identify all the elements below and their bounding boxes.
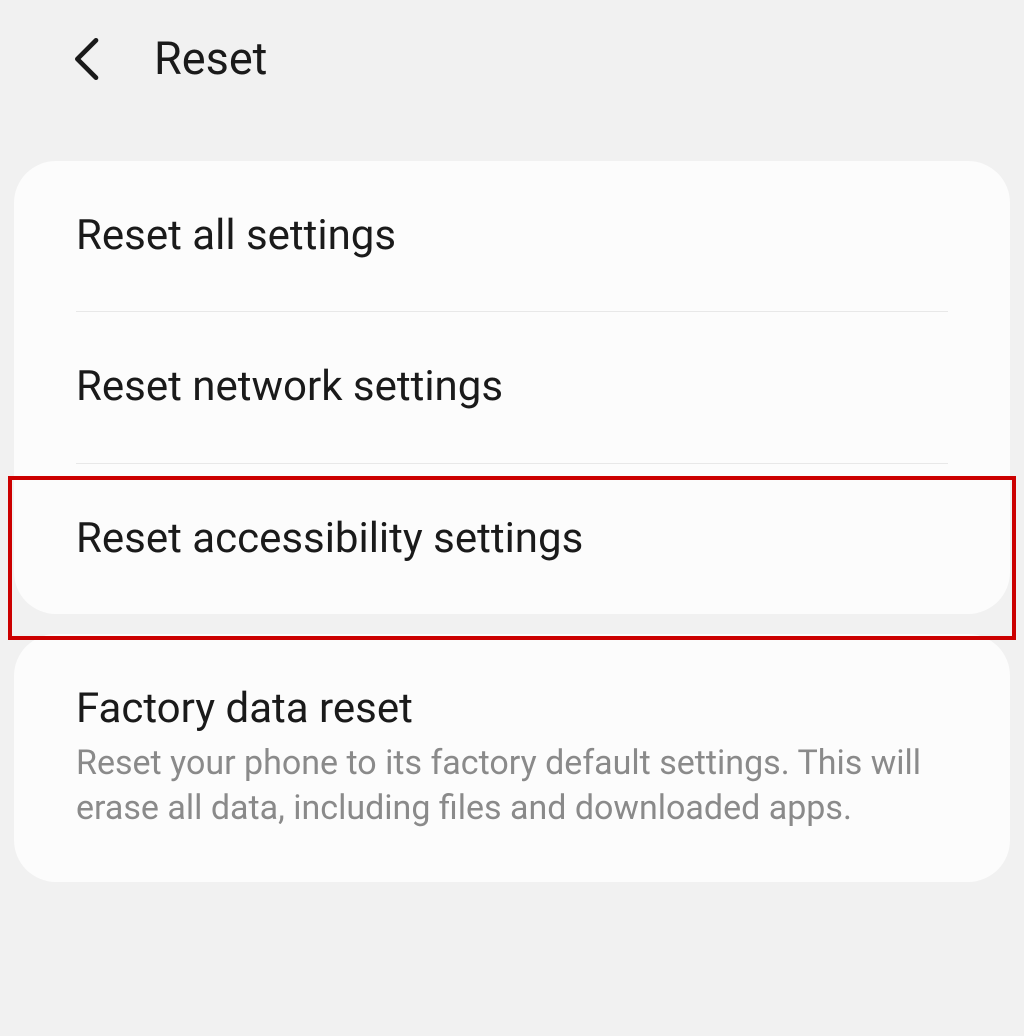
reset-accessibility-settings-item[interactable]: Reset accessibility settings (14, 464, 1010, 614)
list-item-subtitle: Reset your phone to its factory default … (76, 741, 948, 833)
list-item-title: Reset all settings (76, 211, 948, 261)
header: Reset (0, 0, 1024, 117)
factory-data-reset-item[interactable]: Factory data reset Reset your phone to i… (14, 634, 1010, 882)
list-item-title: Factory data reset (76, 684, 948, 734)
reset-all-settings-item[interactable]: Reset all settings (14, 161, 1010, 311)
page-title: Reset (154, 32, 267, 85)
reset-network-settings-item[interactable]: Reset network settings (14, 312, 1010, 462)
back-icon[interactable] (72, 35, 104, 83)
list-item-title: Reset network settings (76, 362, 948, 412)
reset-options-card: Reset all settings Reset network setting… (14, 161, 1010, 614)
list-item-title: Reset accessibility settings (76, 514, 948, 564)
factory-reset-card: Factory data reset Reset your phone to i… (14, 634, 1010, 882)
